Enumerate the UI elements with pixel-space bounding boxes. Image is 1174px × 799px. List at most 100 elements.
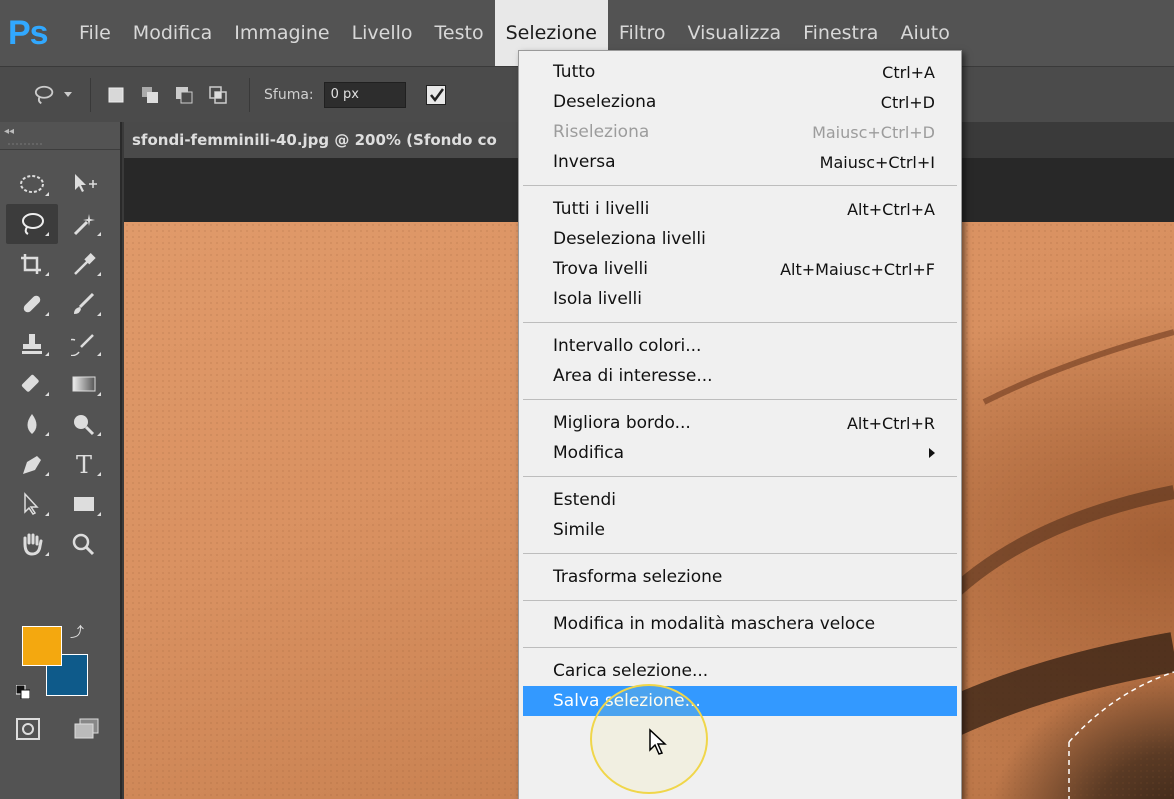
text-tool-icon[interactable]: T xyxy=(58,444,110,484)
color-swatches: ⤴ xyxy=(15,620,96,708)
svg-text:◂◂: ◂◂ xyxy=(4,126,14,137)
menu-item-riseleziona[interactable]: Riseleziona Maiusc+Ctrl+D xyxy=(519,117,961,147)
pen-tool-icon[interactable] xyxy=(6,444,58,484)
menu-item-label: Modifica in modalità maschera veloce xyxy=(553,614,876,634)
quick-mask-controls xyxy=(8,718,108,748)
menu-item-shortcut: Maiusc+Ctrl+I xyxy=(819,152,935,172)
menu-item-trova-livelli[interactable]: Trova livelli Alt+Maiusc+Ctrl+F xyxy=(519,254,961,284)
eyedropper-icon[interactable] xyxy=(58,244,110,284)
menu-item-label: Salva selezione... xyxy=(553,691,701,711)
feather-input[interactable]: 0 px xyxy=(323,81,406,108)
path-selection-icon[interactable] xyxy=(6,484,58,524)
menu-item-estendi[interactable]: Estendi xyxy=(519,485,961,515)
menu-item-migliora-bordo[interactable]: Migliora bordo... Alt+Ctrl+R xyxy=(519,408,961,438)
menu-separator xyxy=(523,553,957,554)
menu-item-label: Isola livelli xyxy=(553,289,642,309)
menu-item-tutti-i-livelli[interactable]: Tutti i livelli Alt+Ctrl+A xyxy=(519,194,961,224)
menu-modifica[interactable]: Modifica xyxy=(122,0,223,66)
menu-item-isola-livelli[interactable]: Isola livelli xyxy=(519,284,961,314)
menu-item-area-di-interesse[interactable]: Area di interesse... xyxy=(519,361,961,391)
menu-immagine[interactable]: Immagine xyxy=(223,0,340,66)
menu-separator xyxy=(523,185,957,186)
menu-item-deseleziona[interactable]: Deseleziona Ctrl+D xyxy=(519,87,961,117)
photoshop-logo: Ps xyxy=(8,13,49,52)
rectangle-tool-icon[interactable] xyxy=(58,484,110,524)
menu-item-tutto[interactable]: Tutto Ctrl+A xyxy=(519,57,961,87)
menu-separator xyxy=(523,600,957,601)
menu-item-inversa[interactable]: Inversa Maiusc+Ctrl+I xyxy=(519,147,961,177)
menu-item-label: Deseleziona xyxy=(553,92,657,112)
healing-brush-icon[interactable] xyxy=(6,284,58,324)
selection-menu-dropdown: Tutto Ctrl+A Deseleziona Ctrl+D Riseleziona M… xyxy=(518,50,962,799)
menu-item-shortcut: Ctrl+D xyxy=(880,92,935,112)
menu-testo[interactable]: Testo xyxy=(424,0,495,66)
svg-text:T: T xyxy=(76,452,92,476)
feather-label: Sfuma: xyxy=(264,86,314,103)
gradient-tool-icon[interactable] xyxy=(58,364,110,404)
intersect-selection-icon[interactable] xyxy=(207,84,229,106)
eraser-tool-icon[interactable] xyxy=(6,364,58,404)
menu-separator xyxy=(523,476,957,477)
menu-separator xyxy=(523,322,957,323)
anti-alias-checkbox[interactable] xyxy=(425,84,446,105)
lasso-tool-icon[interactable] xyxy=(6,204,58,244)
menu-item-label: Tutti i livelli xyxy=(553,199,650,219)
menu-item-intervallo-colori[interactable]: Intervallo colori... xyxy=(519,331,961,361)
blur-tool-icon[interactable] xyxy=(6,404,58,444)
menu-item-label: Tutto xyxy=(553,62,596,82)
screen-mode-icon[interactable] xyxy=(74,718,100,748)
menu-item-label: Modifica xyxy=(553,443,625,463)
menu-item-shortcut: Ctrl+A xyxy=(882,62,935,82)
crop-tool-icon[interactable] xyxy=(6,244,58,284)
menu-item-label: Trova livelli xyxy=(553,259,648,279)
new-selection-icon[interactable] xyxy=(105,84,127,106)
menu-item-deseleziona-livelli[interactable]: Deseleziona livelli xyxy=(519,224,961,254)
menu-livello[interactable]: Livello xyxy=(341,0,424,66)
brush-tool-icon[interactable] xyxy=(58,284,110,324)
menu-item-shortcut: Alt+Ctrl+R xyxy=(846,413,935,433)
menu-item-label: Area di interesse... xyxy=(553,366,713,386)
menu-item-carica-selezione[interactable]: Carica selezione... xyxy=(519,656,961,686)
dodge-tool-icon[interactable] xyxy=(58,404,110,444)
menu-item-simile[interactable]: Simile xyxy=(519,515,961,545)
menu-item-label: Intervallo colori... xyxy=(553,336,702,356)
separator xyxy=(249,77,250,112)
menu-item-shortcut: Alt+Maiusc+Ctrl+F xyxy=(780,259,935,279)
menu-item-label: Riseleziona xyxy=(553,122,650,142)
add-to-selection-icon[interactable] xyxy=(139,84,161,106)
quick-mask-icon[interactable] xyxy=(16,718,40,748)
elliptical-marquee-tool-icon[interactable] xyxy=(6,164,58,204)
separator xyxy=(90,77,91,112)
menu-item-label: Trasforma selezione xyxy=(553,567,723,587)
hand-tool-icon[interactable] xyxy=(6,524,58,564)
menu-item-modifica-in-modalità-maschera-veloce[interactable]: Modifica in modalità maschera veloce xyxy=(519,609,961,639)
checkmark-icon xyxy=(429,87,444,102)
menu-item-modifica[interactable]: Modifica xyxy=(519,438,961,468)
default-colors-icon[interactable] xyxy=(15,684,31,700)
history-brush-icon[interactable] xyxy=(58,324,110,364)
menu-item-salva-selezione[interactable]: Salva selezione... xyxy=(523,686,957,716)
chevron-down-icon[interactable] xyxy=(64,92,72,97)
swap-colors-icon[interactable]: ⤴ xyxy=(70,622,84,642)
panel-grip[interactable]: ◂◂ xyxy=(0,122,120,150)
menu-item-label: Estendi xyxy=(553,490,617,510)
menu-separator xyxy=(523,647,957,648)
tools-panel: ◂◂ T ⤴ xyxy=(0,122,122,799)
menu-item-label: Carica selezione... xyxy=(553,661,709,681)
menu-separator xyxy=(523,399,957,400)
magic-wand-icon[interactable] xyxy=(58,204,110,244)
menu-file[interactable]: File xyxy=(68,0,122,66)
menu-item-label: Deseleziona livelli xyxy=(553,229,706,249)
move-tool-icon[interactable] xyxy=(58,164,110,204)
lasso-preset-icon[interactable] xyxy=(34,84,56,106)
subtract-selection-icon[interactable] xyxy=(173,84,195,106)
foreground-color-swatch[interactable] xyxy=(22,626,62,666)
menu-item-trasforma-selezione[interactable]: Trasforma selezione xyxy=(519,562,961,592)
zoom-tool-icon[interactable] xyxy=(58,524,110,564)
menu-item-label: Migliora bordo... xyxy=(553,413,691,433)
menu-item-label: Simile xyxy=(553,520,605,540)
menu-item-label: Inversa xyxy=(553,152,616,172)
mouse-pointer-icon xyxy=(649,728,667,755)
document-tab[interactable]: sfondi-femminili-40.jpg @ 200% (Sfondo c… xyxy=(124,122,534,158)
clone-stamp-icon[interactable] xyxy=(6,324,58,364)
